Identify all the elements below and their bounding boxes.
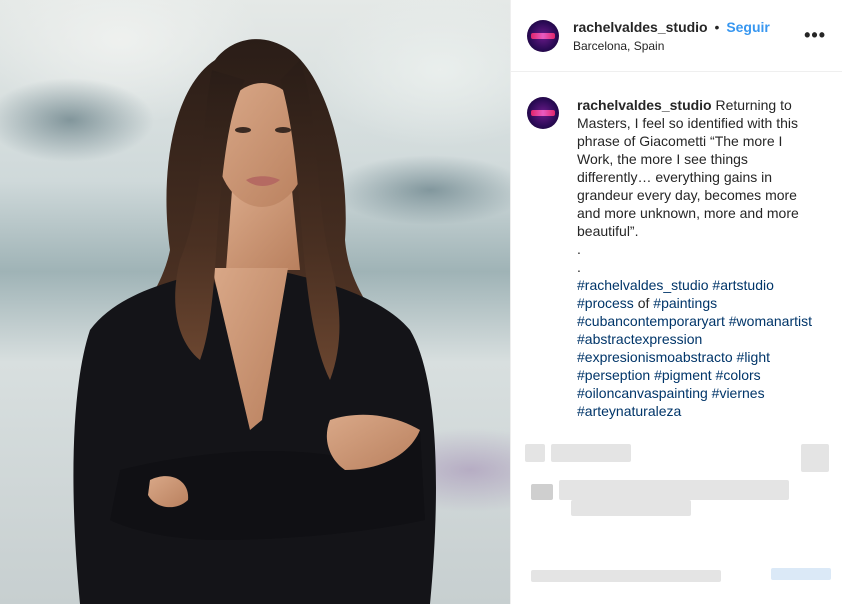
profile-avatar[interactable] — [527, 19, 559, 52]
hashtag-link[interactable]: #viernes — [712, 385, 765, 401]
blurred-comment — [531, 484, 553, 500]
caption-block: rachelvaldes_studio Returning to Masters… — [511, 72, 842, 420]
blurred-comment — [551, 444, 631, 462]
post-header: rachelvaldes_studio • Seguir Barcelona, … — [511, 0, 842, 72]
blurred-comment — [571, 500, 691, 516]
hashtag-link[interactable]: #womanartist — [729, 313, 812, 329]
hashtag-link[interactable]: #process — [577, 295, 634, 311]
hashtag-link[interactable]: #paintings — [653, 295, 717, 311]
hashtag-link[interactable]: #oiloncanvaspainting — [577, 385, 708, 401]
blurred-comment — [801, 444, 829, 472]
hashtag-link[interactable]: #cubancontemporaryart — [577, 313, 725, 329]
hashtag-list: #rachelvaldes_studio #artstudio #process… — [577, 276, 817, 420]
hashtag-link[interactable]: #abstractexpression — [577, 331, 702, 347]
post-view: rachelvaldes_studio • Seguir Barcelona, … — [0, 0, 842, 604]
follow-button[interactable]: Seguir — [726, 19, 770, 35]
caption-avatar[interactable] — [527, 97, 559, 129]
hashtag-link[interactable]: #perseption — [577, 367, 650, 383]
location-link[interactable]: Barcelona, Spain — [573, 38, 804, 54]
post-side-panel: rachelvaldes_studio • Seguir Barcelona, … — [510, 0, 842, 604]
post-photo[interactable] — [0, 0, 510, 604]
hashtag-link[interactable]: #light — [737, 349, 770, 365]
blurred-comment — [531, 570, 721, 582]
more-options-icon[interactable]: ••• — [804, 25, 826, 46]
caption-username-link[interactable]: rachelvaldes_studio — [577, 97, 712, 113]
username-link[interactable]: rachelvaldes_studio — [573, 19, 708, 35]
separator-dot: • — [714, 18, 720, 35]
caption-body: Returning to Masters, I feel so identifi… — [577, 97, 799, 239]
hashtag-separator: of — [633, 295, 654, 311]
portrait-figure — [73, 39, 436, 604]
hashtag-link[interactable]: #colors — [716, 367, 761, 383]
blurred-comment — [559, 480, 789, 500]
caption-text: rachelvaldes_studio Returning to Masters… — [577, 96, 817, 420]
caption-dot: . — [577, 259, 581, 275]
header-text: rachelvaldes_studio • Seguir Barcelona, … — [573, 18, 804, 54]
hashtag-link[interactable]: #pigment — [654, 367, 712, 383]
hashtag-link[interactable]: #expresionismoabstracto — [577, 349, 733, 365]
hashtag-link[interactable]: #arteynaturaleza — [577, 403, 681, 419]
caption-dot: . — [577, 241, 581, 257]
hashtag-link[interactable]: #rachelvaldes_studio — [577, 277, 709, 293]
header-line: rachelvaldes_studio • Seguir — [573, 18, 804, 36]
blurred-comment — [771, 568, 831, 580]
blurred-comment — [525, 444, 545, 462]
hashtag-link[interactable]: #artstudio — [712, 277, 773, 293]
